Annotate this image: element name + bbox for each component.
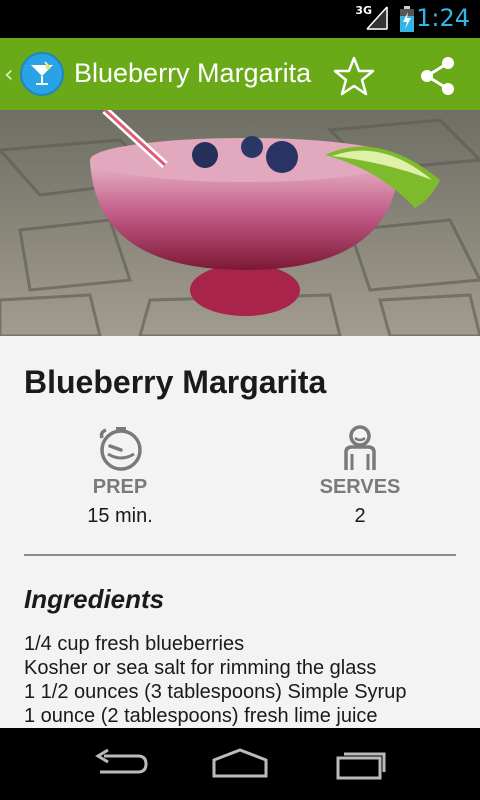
recent-apps-icon[interactable]	[330, 746, 390, 782]
prep-value: 15 min.	[87, 505, 153, 527]
home-icon[interactable]	[210, 746, 270, 782]
back-icon[interactable]	[90, 746, 150, 782]
list-item: 1 ounce (2 tablespoons) fresh lime juice	[24, 705, 378, 727]
list-item: Kosher or sea salt for rimming the glass	[24, 657, 377, 679]
chevron-left-icon[interactable]: ‹	[4, 60, 14, 88]
recipe-title: Blueberry Margarita	[24, 364, 327, 400]
stopwatch-icon	[99, 427, 142, 471]
recipe-photo	[0, 110, 480, 336]
ingredients-list: 1/4 cup fresh blueberries Kosher or sea …	[24, 632, 406, 728]
serves-value: 2	[354, 505, 366, 527]
action-bar: ‹ Blueberry Margarita	[0, 38, 480, 110]
prep-time: PREP 15 min.	[20, 424, 220, 528]
status-bar: 3G 1:24	[0, 0, 480, 38]
action-bar-title: Blueberry Margarita	[74, 58, 312, 88]
servings: SERVES 2	[260, 424, 460, 528]
clock: 1:24	[416, 4, 470, 32]
serves-label: SERVES	[319, 476, 401, 498]
list-item: 1 1/2 ounces (3 tablespoons) Simple Syru…	[24, 681, 407, 703]
signal-icon	[366, 6, 388, 30]
person-icon	[344, 425, 376, 470]
recipe-details: Blueberry Margarita PREP 15 min. SERVES …	[0, 336, 480, 728]
battery-icon	[400, 6, 414, 32]
navigation-bar	[0, 728, 480, 800]
star-outline-icon[interactable]	[332, 54, 376, 98]
share-icon[interactable]	[416, 54, 460, 98]
list-item: 1/4 cup fresh blueberries	[24, 633, 245, 655]
prep-label: PREP	[92, 476, 148, 498]
cocktail-glass-icon[interactable]	[20, 52, 64, 96]
ingredients-heading: Ingredients	[24, 584, 165, 614]
divider	[24, 554, 456, 556]
